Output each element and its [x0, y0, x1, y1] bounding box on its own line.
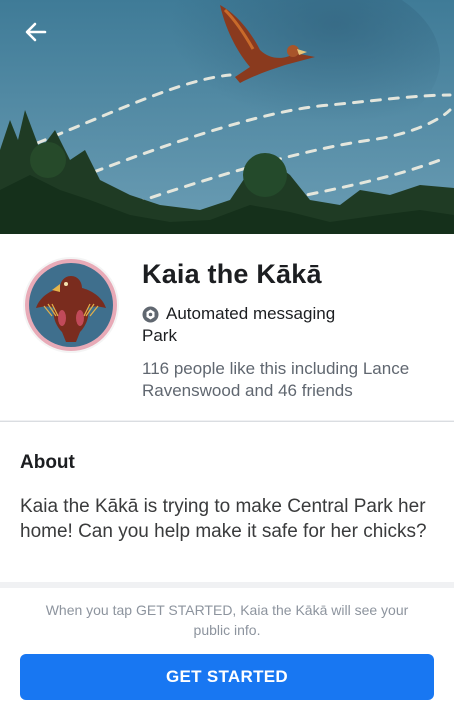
back-button[interactable]: [16, 14, 56, 50]
about-description: Kaia the Kākā is trying to make Central …: [20, 496, 427, 542]
arrow-left-icon: [25, 22, 47, 42]
profile-header: Kaia the Kākā Automated messaging Park 1…: [0, 234, 454, 420]
cover-photo: [0, 0, 454, 234]
kaka-logo: [23, 257, 119, 353]
about-section: About Kaia the Kākā is trying to make Ce…: [0, 421, 454, 582]
privacy-notice: When you tap GET STARTED, Kaia the Kākā …: [45, 602, 409, 638]
get-started-button[interactable]: GET STARTED: [20, 654, 434, 700]
automated-bot-icon: [142, 306, 159, 322]
about-heading: About: [20, 452, 75, 473]
cover-image: [0, 0, 454, 234]
page-category: Park: [142, 326, 177, 345]
page-title: Kaia the Kākā: [142, 259, 322, 289]
likes-summary: 116 people like this including Lance Rav…: [142, 359, 410, 400]
get-started-panel: When you tap GET STARTED, Kaia the Kākā …: [0, 588, 454, 724]
badge-label: Automated messaging: [166, 304, 336, 323]
automated-messaging-badge: Automated messaging: [142, 303, 335, 325]
avatar[interactable]: [22, 256, 120, 354]
